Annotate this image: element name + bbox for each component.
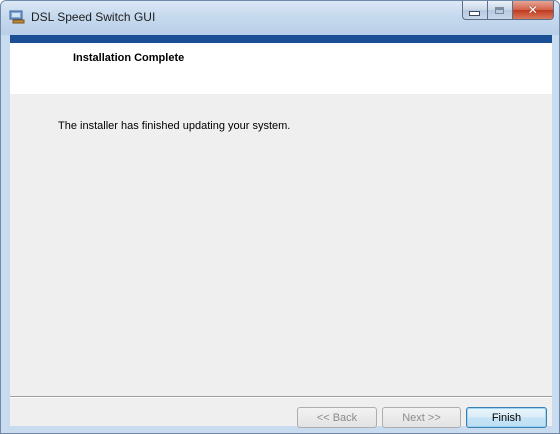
next-button[interactable]: Next >>	[382, 407, 461, 428]
caption-buttons: ✕	[462, 1, 554, 21]
banner-title: Installation Complete	[73, 52, 185, 64]
finish-button[interactable]: Finish	[466, 407, 547, 428]
minimize-button[interactable]	[462, 1, 487, 20]
window-title: DSL Speed Switch GUI	[31, 10, 156, 24]
dialog-client-area: Installation Complete The installer has …	[10, 35, 552, 428]
accent-bar	[10, 35, 552, 43]
completion-message: The installer has finished updating your…	[58, 120, 291, 132]
maximize-button[interactable]	[486, 1, 512, 20]
maximize-icon	[495, 6, 505, 14]
close-button[interactable]: ✕	[511, 1, 554, 20]
minimize-icon	[469, 10, 481, 16]
installer-window: DSL Speed Switch GUI ✕ Installation Comp…	[0, 0, 560, 434]
title-bar[interactable]: DSL Speed Switch GUI ✕	[1, 1, 559, 35]
installer-app-icon	[9, 10, 25, 24]
header-banner: Installation Complete	[10, 43, 552, 94]
back-button[interactable]: << Back	[297, 407, 377, 428]
footer-separator-highlight	[10, 397, 552, 398]
close-icon: ✕	[527, 3, 538, 17]
